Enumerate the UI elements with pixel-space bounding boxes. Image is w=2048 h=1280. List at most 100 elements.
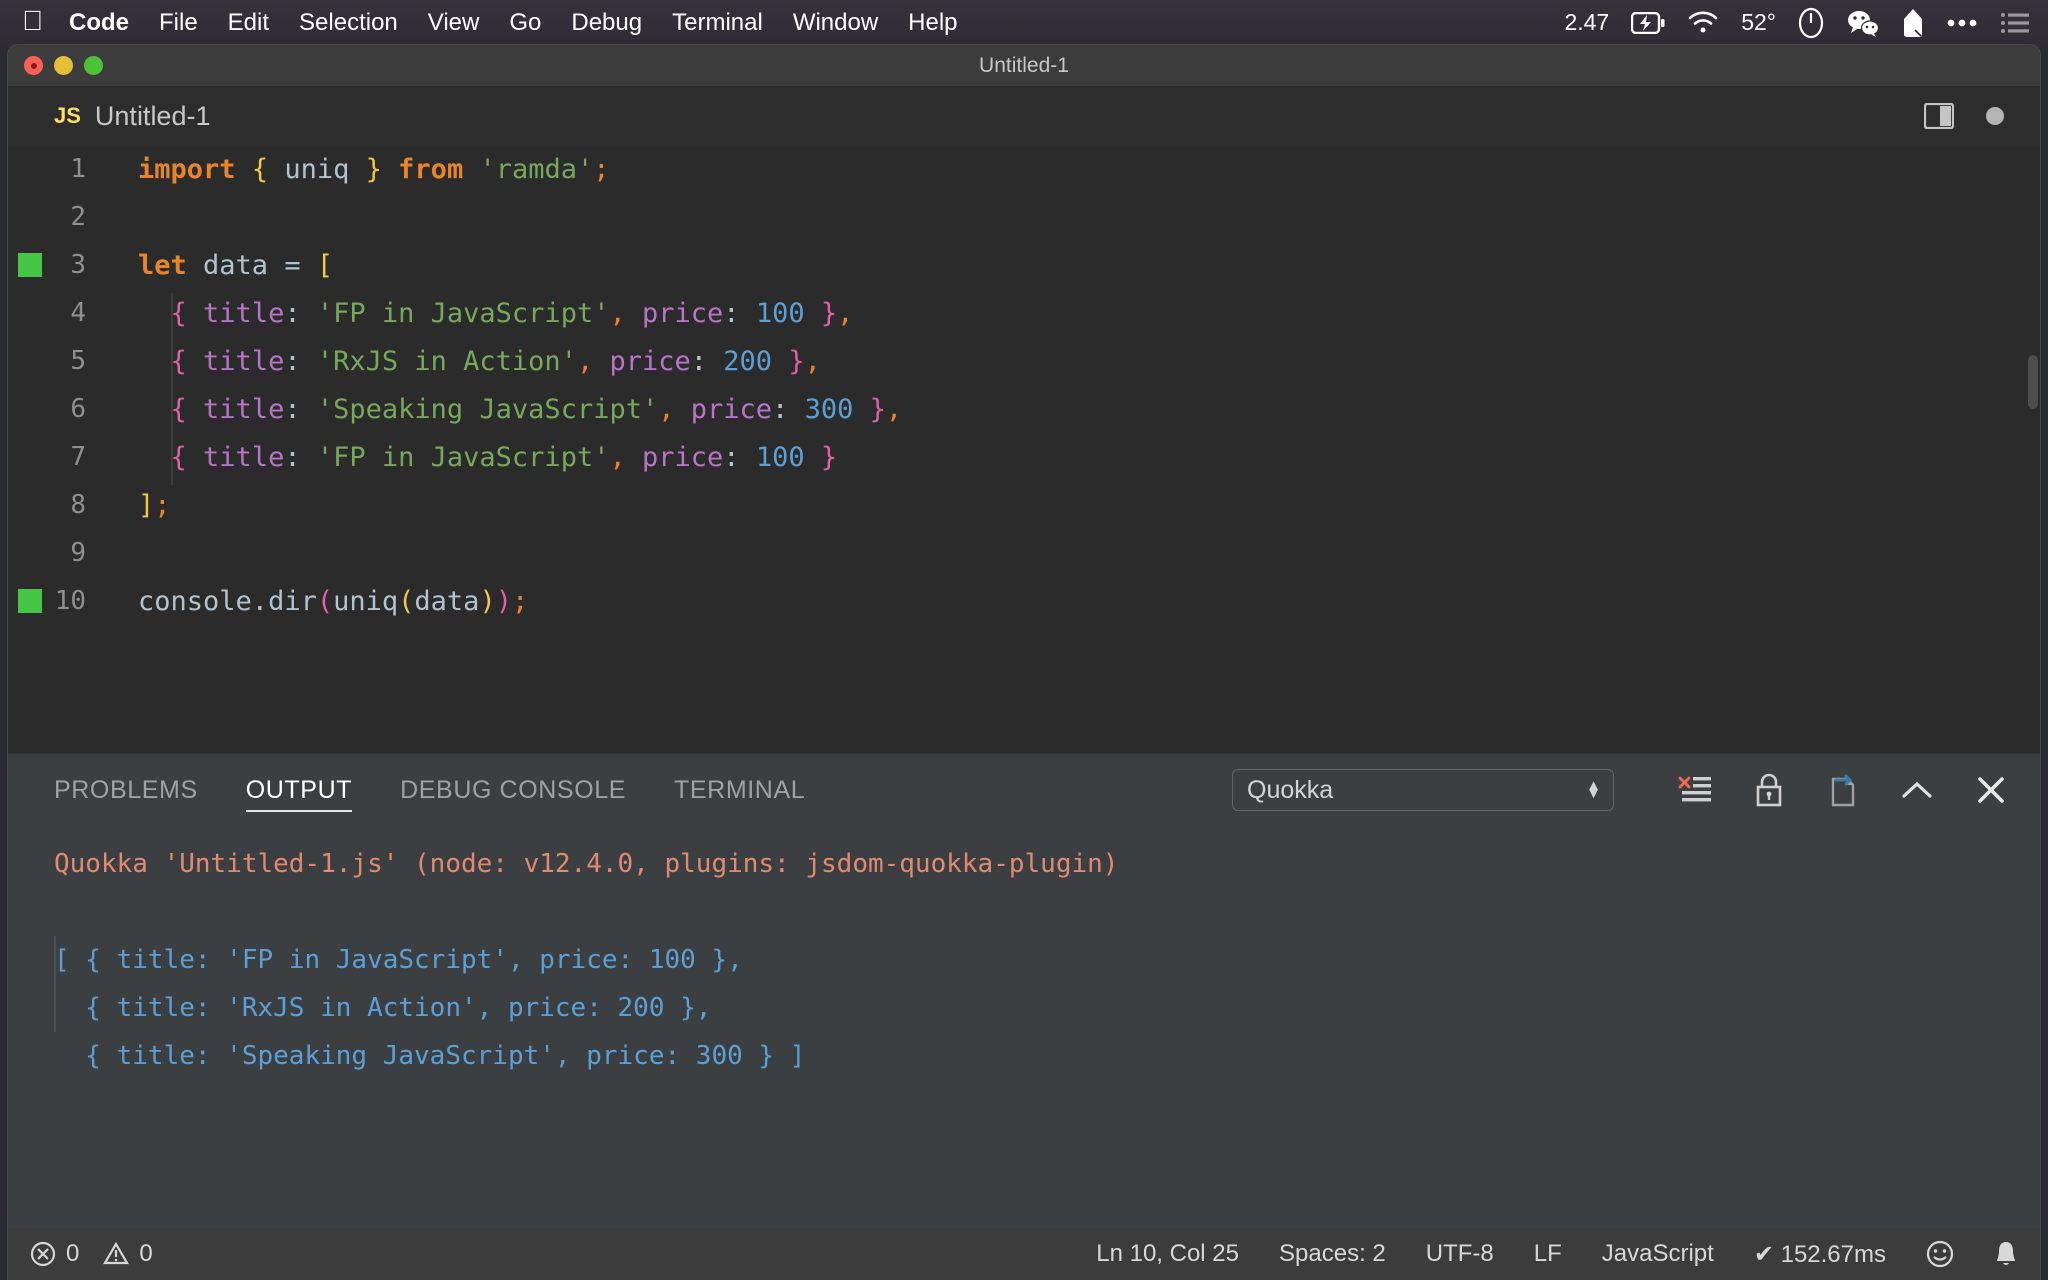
code-token: 'FP in JavaScript' <box>317 298 610 329</box>
tab-debug-console[interactable]: DEBUG CONSOLE <box>400 754 626 826</box>
output-channel-value: Quokka <box>1247 776 1333 805</box>
code-token: 200 <box>723 346 772 377</box>
code-token: title <box>203 346 284 377</box>
code-token: , <box>609 442 625 473</box>
editor-lines: 1import { uniq } from 'ramda';23let data… <box>8 145 2040 625</box>
editor-tab-untitled-1[interactable]: JS Untitled-1 <box>8 87 230 145</box>
line-code: import { uniq } from 'ramda'; <box>108 154 610 185</box>
code-token: 100 <box>756 442 805 473</box>
code-token: ) <box>496 586 512 617</box>
code-token: import <box>138 154 236 185</box>
close-panel-icon[interactable] <box>1968 767 2014 813</box>
battery-charging-icon[interactable] <box>1631 12 1665 34</box>
control-center-list-icon[interactable] <box>2000 12 2030 34</box>
wechat-icon[interactable] <box>1846 9 1880 37</box>
ellipsis-icon[interactable] <box>1946 18 1978 28</box>
code-token: : <box>772 394 788 425</box>
editor-line[interactable]: 1import { uniq } from 'ramda'; <box>8 145 2040 193</box>
code-editor[interactable]: 1import { uniq } from 'ramda';23let data… <box>8 145 2040 753</box>
wifi-icon[interactable] <box>1687 11 1719 34</box>
code-token <box>187 346 203 377</box>
code-token: } <box>821 442 837 473</box>
indent-guide <box>171 293 173 485</box>
cpu-load-value[interactable]: 2.47 <box>1564 9 1609 36</box>
menu-item-terminal[interactable]: Terminal <box>672 9 763 37</box>
notification-bell-icon[interactable] <box>1994 1240 2018 1268</box>
menu-item-debug[interactable]: Debug <box>571 9 642 37</box>
window-title-bar: Untitled-1 <box>8 45 2040 87</box>
menu-item-help[interactable]: Help <box>908 9 957 37</box>
code-token <box>382 154 398 185</box>
mac-menu-bar:  Code File Edit Selection View Go Debug… <box>0 0 2048 45</box>
apple-logo-icon[interactable]:  <box>22 7 43 35</box>
code-token: 'FP in JavaScript' <box>317 442 610 473</box>
menu-item-file[interactable]: File <box>159 9 198 37</box>
code-token <box>772 346 788 377</box>
menu-item-view[interactable]: View <box>428 9 480 37</box>
menu-item-selection[interactable]: Selection <box>299 9 398 37</box>
tab-problems[interactable]: PROBLEMS <box>54 754 198 826</box>
bookmark-shape-icon[interactable] <box>1902 8 1924 38</box>
temperature-value[interactable]: 52° <box>1741 9 1776 36</box>
code-token: { <box>252 154 268 185</box>
output-line: Quokka 'Untitled-1.js' (node: v12.4.0, p… <box>54 840 2040 888</box>
tab-output[interactable]: OUTPUT <box>246 754 352 826</box>
code-token: 100 <box>756 298 805 329</box>
code-token <box>593 346 609 377</box>
language-mode[interactable]: JavaScript <box>1602 1240 1714 1268</box>
line-number: 9 <box>8 538 108 568</box>
code-token: 'Speaking JavaScript' <box>317 394 658 425</box>
quokka-run-time[interactable]: ✔ 152.67ms <box>1754 1240 1886 1269</box>
code-token <box>301 442 317 473</box>
encoding-setting[interactable]: UTF-8 <box>1426 1240 1494 1268</box>
editor-line[interactable]: 2 <box>8 193 2040 241</box>
unsaved-indicator-dot[interactable] <box>1986 107 2004 125</box>
editor-line[interactable]: 3let data = [ <box>8 241 2040 289</box>
editor-line[interactable]: 5 { title: 'RxJS in Action', price: 200 … <box>8 337 2040 385</box>
code-token <box>853 394 869 425</box>
output-line: { title: 'Speaking JavaScript', price: 3… <box>54 1032 2040 1080</box>
clock-icon[interactable] <box>1798 7 1824 39</box>
collapse-panel-icon[interactable] <box>1894 767 1940 813</box>
output-content[interactable]: Quokka 'Untitled-1.js' (node: v12.4.0, p… <box>8 826 2040 1080</box>
problems-status[interactable]: 0 0 <box>30 1240 153 1268</box>
code-token: } <box>870 394 886 425</box>
menu-item-window[interactable]: Window <box>793 9 878 37</box>
editor-line[interactable]: 8]; <box>8 481 2040 529</box>
lock-scroll-icon[interactable] <box>1746 767 1792 813</box>
code-token: price <box>642 442 723 473</box>
clear-output-icon[interactable] <box>1672 767 1718 813</box>
code-token <box>301 394 317 425</box>
code-token: : <box>284 346 300 377</box>
code-token: uniq <box>333 586 398 617</box>
line-number: 6 <box>8 394 108 424</box>
code-token: , <box>658 394 674 425</box>
bottom-panel: PROBLEMS OUTPUT DEBUG CONSOLE TERMINAL Q… <box>8 753 2040 1231</box>
editor-line[interactable]: 4 { title: 'FP in JavaScript', price: 10… <box>8 289 2040 337</box>
quokka-gutter-marker <box>18 253 42 277</box>
code-token: console <box>138 586 252 617</box>
code-token <box>268 154 284 185</box>
editor-line[interactable]: 10console.dir(uniq(data)); <box>8 577 2040 625</box>
code-token: title <box>203 394 284 425</box>
menu-item-edit[interactable]: Edit <box>228 9 269 37</box>
code-token <box>138 394 171 425</box>
code-token: let <box>138 250 187 281</box>
smiley-icon[interactable] <box>1926 1240 1954 1268</box>
code-token: ; <box>154 490 170 521</box>
code-token <box>301 298 317 329</box>
eol-setting[interactable]: LF <box>1534 1240 1562 1268</box>
output-channel-select[interactable]: Quokka ▲▼ <box>1232 769 1614 811</box>
cursor-position[interactable]: Ln 10, Col 25 <box>1096 1240 1239 1268</box>
editor-line[interactable]: 6 { title: 'Speaking JavaScript', price:… <box>8 385 2040 433</box>
indentation-setting[interactable]: Spaces: 2 <box>1279 1240 1386 1268</box>
editor-line[interactable]: 7 { title: 'FP in JavaScript', price: 10… <box>8 433 2040 481</box>
open-in-editor-icon[interactable] <box>1820 767 1866 813</box>
editor-tab-bar: JS Untitled-1 <box>8 87 2040 145</box>
editor-scrollbar[interactable] <box>2028 355 2038 409</box>
split-editor-icon[interactable] <box>1924 103 1954 129</box>
tab-terminal[interactable]: TERMINAL <box>674 754 805 826</box>
menu-item-go[interactable]: Go <box>509 9 541 37</box>
menu-item-code[interactable]: Code <box>69 9 129 37</box>
editor-line[interactable]: 9 <box>8 529 2040 577</box>
